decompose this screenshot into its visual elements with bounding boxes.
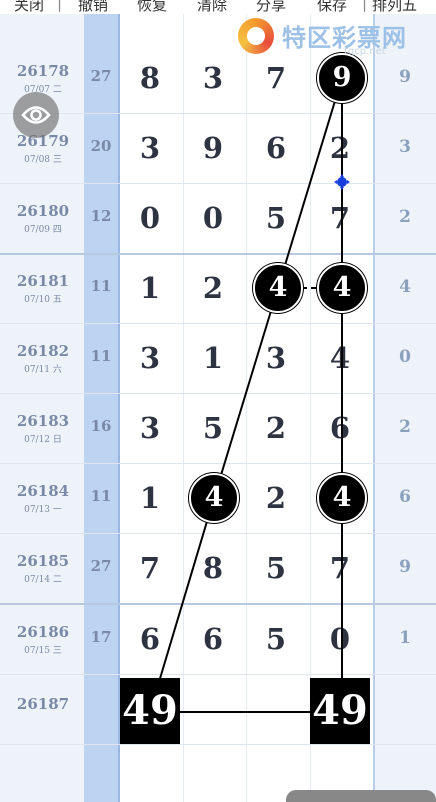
marked-ball[interactable]: 4	[253, 263, 303, 313]
bottom-panel-handle[interactable]	[286, 790, 436, 802]
save-button[interactable]: 保存	[317, 0, 347, 15]
marked-ball[interactable]: 4	[317, 473, 367, 523]
logo-icon	[238, 18, 274, 54]
lottery-type-button[interactable]: 排列五	[372, 0, 417, 15]
eye-icon[interactable]	[13, 92, 59, 138]
prediction-box-right[interactable]: 49	[310, 678, 370, 744]
clear-button[interactable]: 清除	[197, 0, 227, 15]
marked-ball[interactable]: 4	[189, 473, 239, 523]
toolbar: 关闭 | 撤销 恢复 清除 分享 保存 | 排列五	[0, 0, 436, 14]
connection-lines	[149, 77, 343, 713]
site-logo: 特区彩票网 tqcp.net	[234, 14, 434, 60]
share-button[interactable]: 分享	[256, 0, 286, 15]
marked-ball[interactable]: 4	[317, 263, 367, 313]
undo-button[interactable]: 撤销	[78, 0, 108, 15]
marked-ball[interactable]: 9	[317, 53, 367, 103]
move-handle-icon[interactable]	[334, 174, 350, 190]
prediction-box-left[interactable]: 49	[120, 678, 180, 744]
redo-button[interactable]: 恢复	[137, 0, 167, 15]
close-button[interactable]: 关闭	[14, 0, 44, 15]
logo-url: tqcp.net	[344, 46, 386, 57]
